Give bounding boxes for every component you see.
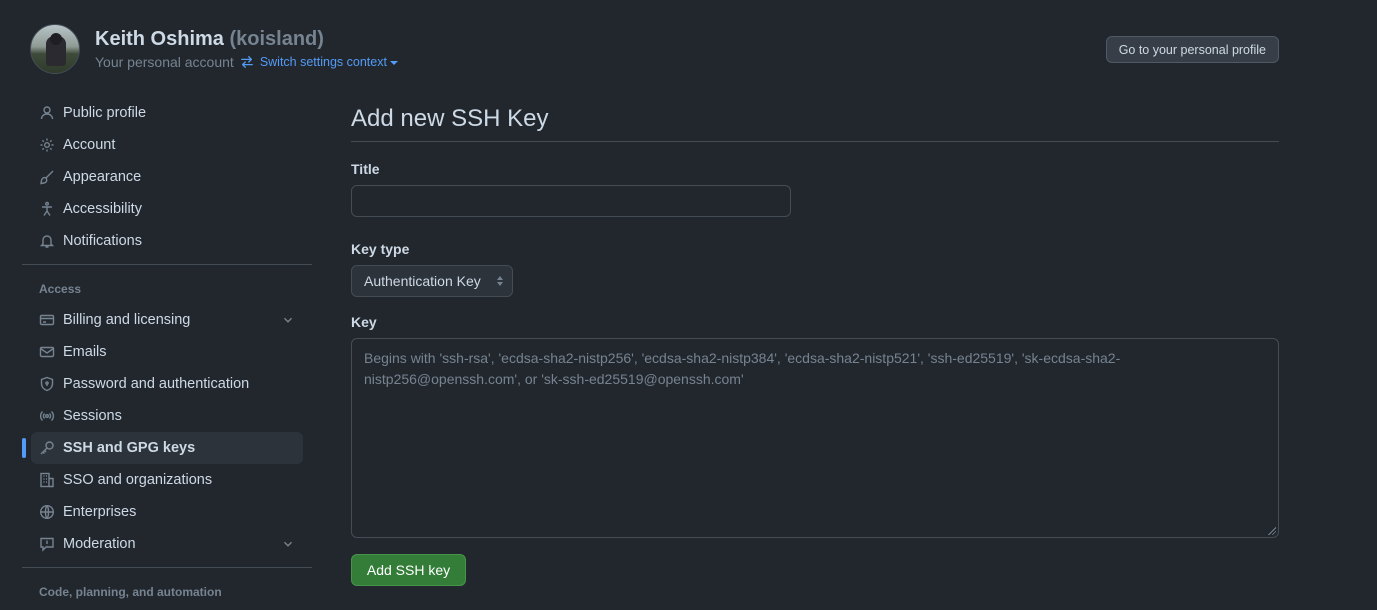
key-textarea[interactable]: Begins with 'ssh-rsa', 'ecdsa-sha2-nistp…: [351, 338, 1279, 538]
report-icon: [39, 536, 55, 552]
sidebar-item-label: SSH and GPG keys: [63, 440, 196, 456]
accessibility-icon: [39, 201, 55, 217]
switch-context-label: Switch settings context: [259, 55, 387, 69]
key-field-label: Key: [351, 314, 377, 330]
sidebar-divider: [22, 264, 312, 265]
sidebar-item-label: Enterprises: [63, 504, 137, 520]
sidebar-item-account[interactable]: Account: [31, 129, 303, 161]
sidebar-item-label: Public profile: [63, 105, 147, 121]
sidebar-divider: [22, 567, 312, 568]
sidebar-item-label: Appearance: [63, 169, 142, 185]
account-subtitle-row: Your personal account Switch settings co…: [95, 54, 398, 70]
key-type-value: Authentication Key: [364, 273, 481, 289]
sidebar-item-billing[interactable]: Billing and licensing: [31, 304, 303, 336]
account-subtitle: Your personal account: [95, 54, 234, 70]
key-placeholder: Begins with 'ssh-rsa', 'ecdsa-sha2-nistp…: [364, 350, 1121, 387]
sidebar-item-moderation[interactable]: Moderation: [31, 528, 303, 560]
sidebar-item-sso-organizations[interactable]: SSO and organizations: [31, 464, 303, 496]
add-ssh-key-form: Add new SSH Key Title Key type Authentic…: [351, 97, 1279, 586]
page-title: Add new SSH Key: [351, 105, 549, 132]
mail-icon: [39, 344, 55, 360]
sidebar-item-label: Emails: [63, 344, 107, 360]
resize-handle-icon[interactable]: [1268, 527, 1276, 535]
sidebar-item-label: Moderation: [63, 536, 136, 552]
sidebar-item-sessions[interactable]: Sessions: [31, 400, 303, 432]
sidebar-item-label: Account: [63, 137, 116, 153]
sidebar-section-access: Access: [39, 282, 82, 296]
broadcast-icon: [39, 408, 55, 424]
sidebar-item-label: Notifications: [63, 233, 142, 249]
sidebar-item-label: Billing and licensing: [63, 312, 191, 328]
sidebar-section-code-planning: Code, planning, and automation: [39, 585, 222, 599]
settings-sidebar: Public profile Account Appearance Access…: [22, 97, 312, 607]
title-divider: [351, 141, 1279, 142]
paintbrush-icon: [39, 169, 55, 185]
sidebar-item-label: Password and authentication: [63, 376, 250, 392]
organization-icon: [39, 472, 55, 488]
arrow-switch-icon: [240, 55, 254, 69]
key-icon: [39, 440, 55, 456]
credit-card-icon: [39, 312, 55, 328]
chevron-down-icon[interactable]: [281, 313, 295, 327]
account-header: Keith Oshima (koisland) Your personal ac…: [30, 24, 1279, 76]
switch-context-link[interactable]: Switch settings context: [260, 55, 398, 69]
add-ssh-key-button[interactable]: Add SSH key: [351, 554, 466, 586]
title-field-label: Title: [351, 161, 380, 177]
key-type-select[interactable]: Authentication Key: [351, 265, 513, 297]
title-input[interactable]: [351, 185, 791, 217]
gear-icon: [39, 137, 55, 153]
key-type-label: Key type: [351, 241, 410, 257]
go-to-profile-button[interactable]: Go to your personal profile: [1105, 36, 1279, 63]
avatar[interactable]: [30, 24, 80, 74]
sidebar-item-notifications[interactable]: Notifications: [31, 225, 303, 257]
sidebar-item-label: Sessions: [63, 408, 122, 424]
chevron-down-icon[interactable]: [281, 537, 295, 551]
sidebar-item-appearance[interactable]: Appearance: [31, 161, 303, 193]
sidebar-item-ssh-gpg-keys[interactable]: SSH and GPG keys: [22, 432, 303, 464]
sidebar-item-accessibility[interactable]: Accessibility: [31, 193, 303, 225]
user-handle: (koisland): [229, 28, 324, 50]
sidebar-item-label: Accessibility: [63, 201, 142, 217]
shield-lock-icon: [39, 376, 55, 392]
sidebar-item-public-profile[interactable]: Public profile: [31, 97, 303, 129]
sidebar-item-enterprises[interactable]: Enterprises: [31, 496, 303, 528]
sidebar-item-label: SSO and organizations: [63, 472, 213, 488]
sidebar-item-emails[interactable]: Emails: [31, 336, 303, 368]
active-indicator: [22, 438, 26, 458]
sidebar-item-password-auth[interactable]: Password and authentication: [31, 368, 303, 400]
globe-icon: [39, 504, 55, 520]
select-arrows-icon: [497, 276, 503, 286]
settings-page: Keith Oshima (koisland) Your personal ac…: [0, 0, 1377, 610]
caret-down-icon: [389, 61, 398, 65]
user-full-name: Keith Oshima: [95, 28, 224, 50]
person-icon: [39, 105, 55, 121]
bell-icon: [39, 233, 55, 249]
account-name: Keith Oshima (koisland): [95, 28, 324, 51]
